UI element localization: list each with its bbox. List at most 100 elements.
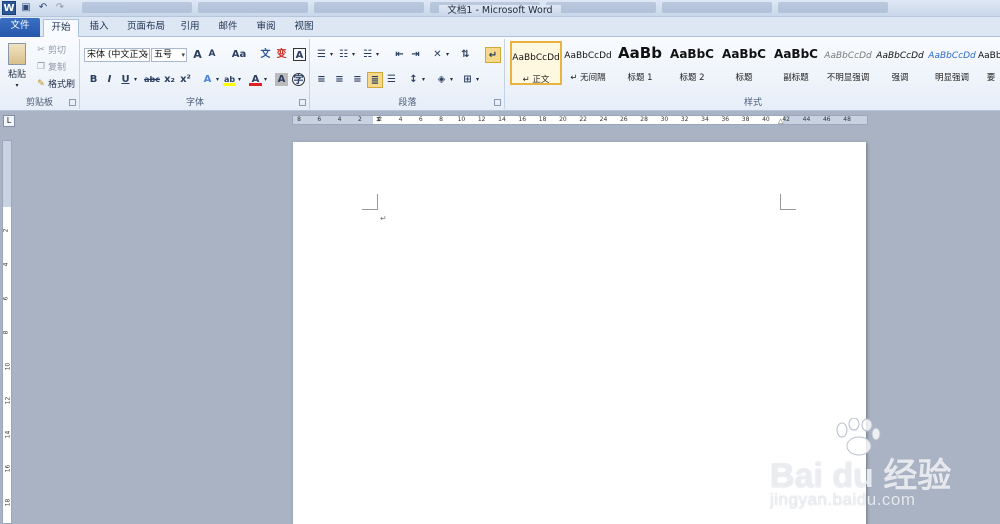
style-sample: AaBbCcDd bbox=[876, 51, 924, 61]
font-group-label: 字体 bbox=[185, 98, 204, 108]
vertical-ruler[interactable]: 2468101214161820 bbox=[2, 140, 12, 524]
font-name-combo[interactable]: 宋体 (中文正文 ▾ bbox=[84, 48, 150, 62]
style-heading-1[interactable]: AaBb 标题 1 bbox=[614, 41, 666, 85]
highlight-button[interactable]: ab ▾ bbox=[223, 73, 241, 86]
style-subtle-emphasis[interactable]: AaBbCcDd 不明显强调 bbox=[822, 41, 874, 85]
tab-references[interactable]: 引用 bbox=[174, 19, 206, 37]
style-title[interactable]: AaBbC 标题 bbox=[718, 41, 770, 85]
show-marks-button[interactable]: ↵ bbox=[485, 47, 501, 63]
chevron-down-icon: ▾ bbox=[422, 76, 426, 83]
decrease-indent-icon: ⇤ bbox=[395, 49, 404, 60]
char-shading-button[interactable]: A bbox=[275, 73, 288, 86]
grow-font-button[interactable]: A bbox=[191, 48, 204, 61]
copy-button[interactable]: ❐ 复制 bbox=[36, 60, 67, 74]
ruler-tick-label: 6 bbox=[418, 116, 423, 123]
change-case-button[interactable]: Aa bbox=[229, 48, 249, 61]
clipboard-group: 粘贴 ▾ ✂ 剪切 ❐ 复制 ✎ 格式刷 剪贴板 bbox=[0, 39, 80, 109]
chevron-down-icon: ▾ bbox=[446, 51, 450, 58]
ruler-tick-label: 18 bbox=[4, 498, 12, 507]
chinese-layout-icon: ✕ bbox=[433, 49, 442, 60]
tab-insert[interactable]: 插入 bbox=[83, 19, 115, 37]
style-intense-emphasis[interactable]: AaBbCcDd 明显强调 bbox=[926, 41, 978, 85]
enclose-char-button[interactable]: 字 bbox=[292, 73, 305, 86]
dialog-launcher-icon[interactable] bbox=[69, 99, 76, 106]
numbering-button[interactable]: ☷ ▾ bbox=[337, 48, 355, 61]
char-border-icon: A bbox=[293, 48, 306, 61]
align-center-button[interactable]: ≡ bbox=[333, 73, 346, 86]
distributed-button[interactable]: ☰ bbox=[385, 73, 398, 86]
dialog-launcher-icon[interactable] bbox=[299, 99, 306, 106]
phonetic-guide-icon: 文 bbox=[260, 49, 271, 60]
ruler-tick-label: 6 bbox=[2, 296, 10, 301]
borders-button[interactable]: ⊞ ▾ bbox=[461, 73, 479, 86]
ruler-tick-label: 28 bbox=[640, 116, 648, 123]
tab-mailings[interactable]: 邮件 bbox=[212, 19, 244, 37]
superscript-button[interactable]: x² bbox=[179, 73, 192, 86]
ruler-tick-label: 14 bbox=[4, 430, 12, 439]
ruler-tick-label: 12 bbox=[477, 116, 486, 123]
style-no-spacing[interactable]: AaBbCcDd ↵ 无间隔 bbox=[562, 41, 614, 85]
sort-button[interactable]: ⇅ bbox=[459, 48, 472, 61]
phonetic-guide-button[interactable]: 文 bbox=[259, 48, 272, 61]
horizontal-ruler[interactable]: ⧗ △ 8 6 4 2 2 4 6 8 10 12 14 16 18 20 22 24 26 28 30 32 34 36… bbox=[292, 115, 868, 125]
tab-home[interactable]: 开始 bbox=[43, 19, 79, 38]
shading-button[interactable]: ◈ ▾ bbox=[435, 73, 453, 86]
strikethrough-icon: abc bbox=[144, 75, 160, 84]
bold-button[interactable]: B bbox=[87, 73, 100, 86]
ruler-tick-label: 38 bbox=[741, 116, 750, 123]
cut-button[interactable]: ✂ 剪切 bbox=[36, 43, 66, 57]
style-normal[interactable]: AaBbCcDd ↵ 正文 bbox=[510, 41, 562, 85]
ruler-tick-label: 12 bbox=[4, 396, 12, 405]
tab-view[interactable]: 视图 bbox=[288, 19, 320, 37]
justify-button[interactable]: ≣ bbox=[367, 72, 383, 88]
clear-format-button[interactable]: 变 bbox=[275, 48, 288, 61]
tab-selector[interactable]: L bbox=[3, 115, 15, 127]
style-subtitle[interactable]: AaBbC 副标题 bbox=[770, 41, 822, 85]
format-painter-button[interactable]: ✎ 格式刷 bbox=[36, 77, 75, 91]
multilevel-list-button[interactable]: ☵ ▾ bbox=[361, 48, 379, 61]
shrink-font-button[interactable]: A bbox=[207, 49, 217, 59]
styles-group: AaBbCcDd ↵ 正文 AaBbCcDd ↵ 无间隔 AaBb 标题 1 A… bbox=[506, 39, 1000, 109]
underline-button[interactable]: U ▾ bbox=[119, 73, 137, 86]
align-left-button[interactable]: ≡ bbox=[315, 73, 328, 86]
paste-button[interactable]: 粘贴 ▾ bbox=[4, 43, 30, 89]
text-effects-icon: A bbox=[203, 74, 212, 85]
subscript-button[interactable]: x₂ bbox=[163, 73, 176, 86]
tab-page-layout[interactable]: 页面布局 bbox=[120, 19, 172, 37]
style-emphasis[interactable]: AaBbCcDd 强调 bbox=[874, 41, 926, 85]
decrease-indent-button[interactable]: ⇤ bbox=[393, 48, 406, 61]
style-sample: AaBbCcDd bbox=[928, 51, 976, 61]
shrink-font-icon: A bbox=[208, 49, 216, 59]
tab-review[interactable]: 审阅 bbox=[250, 19, 282, 37]
strikethrough-button[interactable]: abc bbox=[143, 73, 161, 86]
ruler-tick-label: 46 bbox=[822, 116, 831, 123]
style-strong[interactable]: AaBbCcDd 要 bbox=[978, 41, 1000, 85]
style-sample: AaBbCcDd bbox=[978, 51, 1000, 61]
style-name: ↵ 正文 bbox=[522, 75, 550, 85]
font-color-button[interactable]: A ▾ bbox=[249, 73, 267, 86]
style-name: ↵ 无间隔 bbox=[570, 73, 606, 83]
style-sample: AaBbCcDd bbox=[564, 51, 612, 61]
align-right-button[interactable]: ≡ bbox=[351, 73, 364, 86]
bullets-button[interactable]: ☰ ▾ bbox=[315, 48, 333, 61]
ruler-tick-label: 42 bbox=[782, 116, 791, 123]
dialog-launcher-icon[interactable] bbox=[494, 99, 501, 106]
copy-label: 复制 bbox=[48, 63, 67, 73]
line-spacing-button[interactable]: ↕ ▾ bbox=[407, 73, 425, 86]
distributed-icon: ☰ bbox=[387, 74, 396, 85]
ruler-tick-label: 2 bbox=[2, 228, 10, 233]
ruler-tick-label: 20 bbox=[559, 116, 567, 123]
multilevel-list-icon: ☵ bbox=[363, 49, 372, 60]
font-size-combo[interactable]: 五号 ▾ bbox=[151, 48, 187, 62]
text-effects-button[interactable]: A ▾ bbox=[201, 73, 219, 86]
italic-button[interactable]: I bbox=[103, 73, 116, 86]
chinese-layout-button[interactable]: ✕ ▾ bbox=[431, 48, 449, 61]
tab-file[interactable]: 文件 bbox=[0, 18, 40, 37]
superscript-icon: x² bbox=[180, 74, 191, 85]
char-border-button[interactable]: A bbox=[293, 48, 306, 61]
ruler-tick-label: 6 bbox=[317, 116, 322, 123]
paste-label: 粘贴 bbox=[7, 70, 26, 80]
increase-indent-button[interactable]: ⇥ bbox=[409, 48, 422, 61]
style-heading-2[interactable]: AaBbC 标题 2 bbox=[666, 41, 718, 85]
style-sample: AaBbC bbox=[774, 47, 818, 61]
